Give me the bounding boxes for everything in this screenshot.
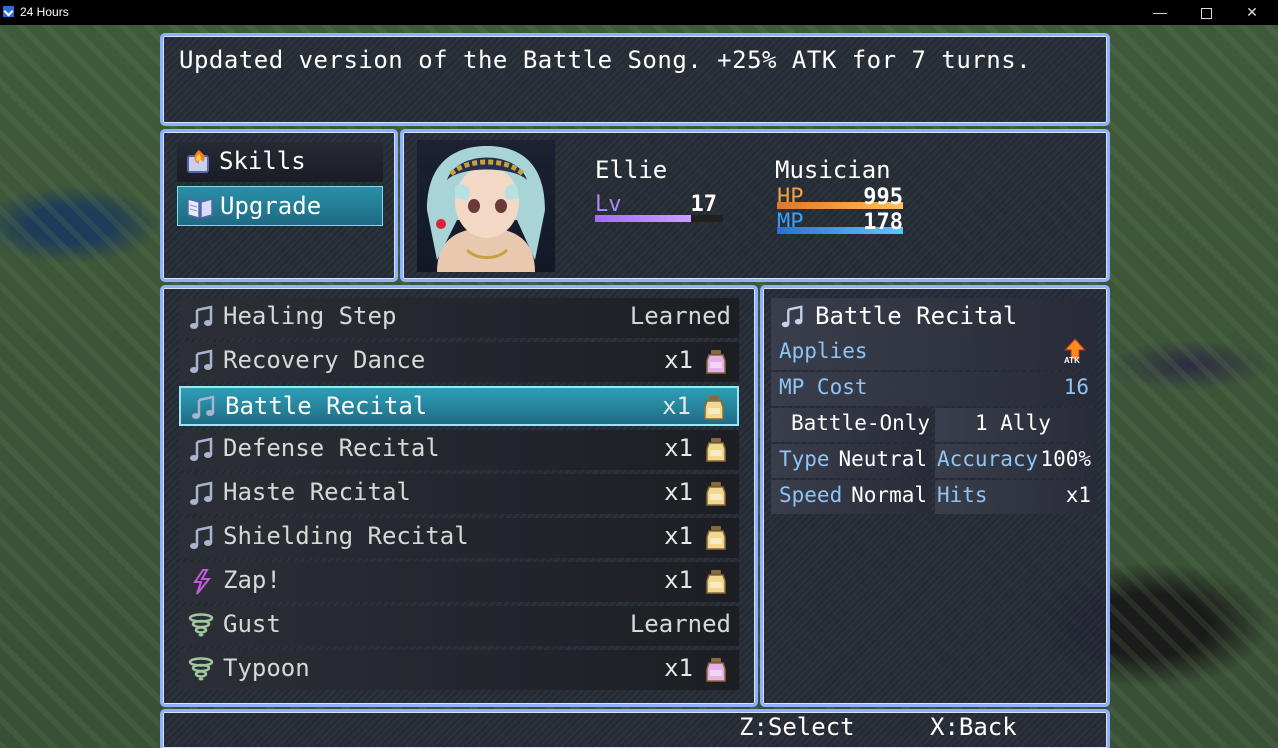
skill-status: Learned bbox=[629, 610, 731, 638]
potion-jar-icon bbox=[706, 482, 726, 506]
tornado-icon bbox=[188, 657, 214, 681]
atk-badge: ATK bbox=[1064, 356, 1080, 365]
select-hint[interactable]: Z:Select bbox=[739, 713, 855, 741]
skill-row[interactable]: Recovery Dance x1 bbox=[179, 342, 739, 382]
command-skills[interactable]: Skills bbox=[177, 142, 383, 182]
fire-book-icon bbox=[187, 150, 209, 173]
speed-value: Normal bbox=[851, 483, 927, 507]
mp-cost-value: 16 bbox=[1063, 375, 1089, 399]
skill-cost: x1 bbox=[664, 434, 693, 462]
atk-up-icon: ATK bbox=[1063, 338, 1087, 368]
skill-name: Battle Recital bbox=[225, 392, 428, 420]
applies-label: Applies bbox=[779, 339, 868, 363]
accuracy-label: Accuracy bbox=[937, 447, 1039, 471]
scope-value: 1 Ally bbox=[975, 411, 1051, 435]
close-button[interactable]: ✕ bbox=[1229, 0, 1275, 25]
skill-name: Recovery Dance bbox=[223, 346, 426, 374]
music-note-icon bbox=[190, 305, 213, 329]
skill-name: Shielding Recital bbox=[223, 522, 469, 550]
type-label: Type bbox=[779, 447, 830, 471]
hits-label: Hits bbox=[937, 483, 988, 507]
skill-cost: x1 bbox=[662, 392, 691, 420]
skill-name: Defense Recital bbox=[223, 434, 440, 462]
detail-scope-cell: 1 Ally bbox=[935, 408, 1097, 442]
skill-name: Gust bbox=[223, 610, 281, 638]
music-note-icon bbox=[190, 437, 213, 461]
command-window: Skills Upgrade bbox=[160, 129, 398, 282]
music-note-icon bbox=[190, 349, 213, 373]
skill-row[interactable]: Haste Recital x1 bbox=[179, 474, 739, 514]
hits-value: x1 bbox=[1065, 483, 1091, 507]
command-upgrade[interactable]: Upgrade bbox=[177, 186, 383, 226]
tornado-icon bbox=[188, 613, 214, 637]
mp-cost-label: MP Cost bbox=[779, 375, 868, 399]
skill-name: Haste Recital bbox=[223, 478, 411, 506]
skill-cost: x1 bbox=[664, 478, 693, 506]
detail-accuracy-cell: Accuracy 100% bbox=[935, 444, 1097, 478]
skill-row[interactable]: Battle Recital x1 bbox=[179, 386, 739, 426]
level-label: Lv bbox=[595, 192, 622, 217]
detail-type-cell: Type Neutral bbox=[771, 444, 931, 478]
potion-jar-icon bbox=[704, 396, 724, 420]
accuracy-value: 100% bbox=[1040, 447, 1091, 471]
skill-row[interactable]: Zap! x1 bbox=[179, 562, 739, 602]
minimize-button[interactable]: — bbox=[1137, 0, 1183, 25]
skill-cost: x1 bbox=[664, 566, 693, 594]
skill-row[interactable]: Defense Recital x1 bbox=[179, 430, 739, 470]
actor-portrait bbox=[417, 140, 555, 272]
type-value: Neutral bbox=[838, 447, 927, 471]
actor-name: Ellie bbox=[595, 156, 668, 184]
skill-cost: x1 bbox=[664, 522, 693, 550]
skill-name: Healing Step bbox=[223, 302, 397, 330]
skill-name: Typoon bbox=[223, 654, 310, 682]
detail-speed-cell: Speed Normal bbox=[771, 480, 931, 514]
music-note-icon bbox=[190, 525, 213, 549]
music-note-icon bbox=[190, 481, 213, 505]
skill-row[interactable]: Typoon x1 bbox=[179, 650, 739, 690]
skill-row[interactable]: Gust Learned bbox=[179, 606, 739, 646]
mp-value: 178 bbox=[863, 210, 903, 235]
skill-status: Learned bbox=[629, 302, 731, 330]
skill-detail-window: Battle Recital Applies ATK MP Cost 16 Ba… bbox=[760, 285, 1110, 707]
potion-jar-icon bbox=[706, 526, 726, 550]
window-titlebar: 24 Hours — ✕ bbox=[0, 0, 1278, 25]
level-value: 17 bbox=[690, 192, 718, 217]
actor-class: Musician bbox=[775, 156, 891, 184]
maximize-button[interactable] bbox=[1183, 0, 1229, 25]
detail-header: Battle Recital bbox=[771, 298, 1097, 336]
detail-occasion-cell: Battle-Only bbox=[771, 408, 931, 442]
open-book-icon bbox=[187, 198, 213, 219]
potion-jar-icon bbox=[706, 570, 726, 594]
maximize-icon bbox=[1200, 7, 1212, 19]
detail-mpcost-row: MP Cost 16 bbox=[771, 372, 1097, 406]
skill-row[interactable]: Shielding Recital x1 bbox=[179, 518, 739, 558]
status-window: Ellie Lv 17 Musician HP 995 MP 178 bbox=[400, 129, 1110, 282]
hp-value: 995 bbox=[863, 185, 903, 210]
lightning-icon bbox=[193, 569, 212, 595]
command-skills-label: Skills bbox=[219, 147, 306, 175]
potion-jar-icon bbox=[706, 350, 726, 374]
music-note-icon bbox=[781, 305, 803, 328]
command-upgrade-label: Upgrade bbox=[220, 192, 322, 220]
occasion-value: Battle-Only bbox=[791, 411, 931, 435]
skill-cost: x1 bbox=[664, 654, 693, 682]
help-window: Updated version of the Battle Song. +25%… bbox=[160, 33, 1110, 126]
potion-jar-icon bbox=[706, 658, 726, 682]
skill-name: Zap! bbox=[223, 566, 281, 594]
speed-label: Speed bbox=[779, 483, 843, 507]
skill-cost: x1 bbox=[664, 346, 693, 374]
detail-applies-row: Applies ATK bbox=[771, 336, 1097, 370]
potion-jar-icon bbox=[706, 438, 726, 462]
skill-list-window: Healing Step Learned Recovery Dance x1 Battl… bbox=[160, 285, 758, 707]
window-title: 24 Hours bbox=[20, 5, 69, 19]
back-hint[interactable]: X:Back bbox=[930, 713, 1017, 741]
skill-row[interactable]: Healing Step Learned bbox=[179, 298, 739, 338]
help-text: Updated version of the Battle Song. +25%… bbox=[179, 46, 1032, 74]
detail-hits-cell: Hits x1 bbox=[935, 480, 1097, 514]
detail-skill-name: Battle Recital bbox=[815, 302, 1018, 330]
hint-window: Z:Select X:Back bbox=[160, 709, 1110, 748]
app-icon bbox=[3, 6, 14, 17]
music-note-icon bbox=[192, 395, 215, 419]
